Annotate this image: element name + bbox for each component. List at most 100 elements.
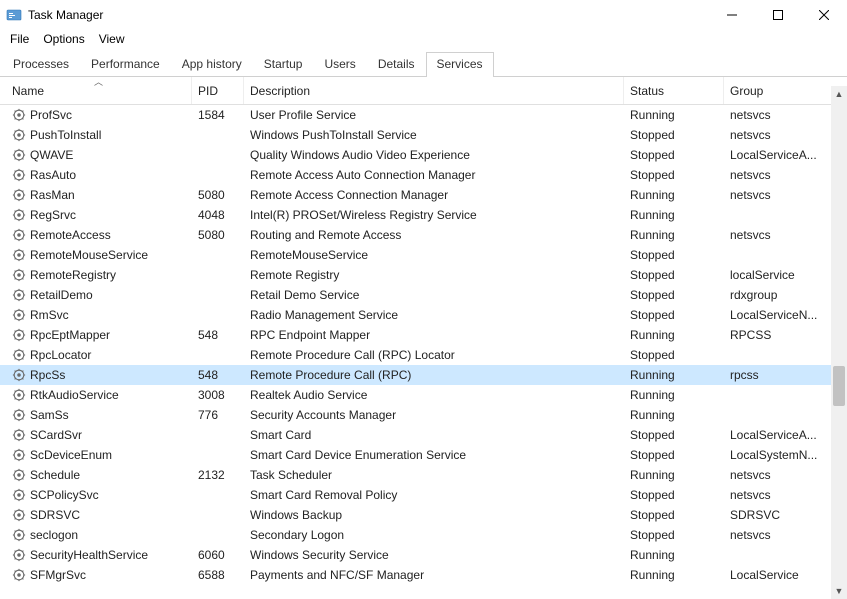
service-row[interactable]: SCardSvrSmart CardStoppedLocalServiceA..…: [0, 425, 847, 445]
service-pid: 6588: [192, 568, 244, 582]
minimize-button[interactable]: [709, 0, 755, 30]
service-description: Radio Management Service: [244, 308, 624, 322]
service-row[interactable]: RpcSs548Remote Procedure Call (RPC)Runni…: [0, 365, 847, 385]
service-row[interactable]: RtkAudioService3008Realtek Audio Service…: [0, 385, 847, 405]
service-name: PushToInstall: [30, 128, 101, 142]
scroll-up-arrow-icon[interactable]: ▲: [831, 86, 847, 102]
service-group: LocalServiceA...: [724, 148, 824, 162]
scrollbar-thumb[interactable]: [833, 366, 845, 406]
services-grid: Name ︿ PID Description Status Group Prof…: [0, 77, 847, 596]
column-label: Group: [730, 84, 763, 98]
maximize-button[interactable]: [755, 0, 801, 30]
service-name: SamSs: [30, 408, 69, 422]
tab-services[interactable]: Services: [426, 52, 494, 77]
services-rows[interactable]: ProfSvc1584User Profile ServiceRunningne…: [0, 105, 847, 596]
service-row[interactable]: ProfSvc1584User Profile ServiceRunningne…: [0, 105, 847, 125]
service-row[interactable]: RasAuto Remote Access Auto Connection Man…: [0, 165, 847, 185]
tab-startup[interactable]: Startup: [253, 52, 314, 77]
service-status: Running: [624, 408, 724, 422]
tab-processes[interactable]: Processes: [2, 52, 80, 77]
service-status: Stopped: [624, 428, 724, 442]
service-name: RasAuto: [30, 168, 76, 182]
service-row[interactable]: RpcEptMapper548RPC Endpoint MapperRunnin…: [0, 325, 847, 345]
service-name: SFMgrSvc: [30, 568, 86, 582]
service-description: Security Accounts Manager: [244, 408, 624, 422]
service-group: RPCSS: [724, 328, 824, 342]
service-row[interactable]: SamSs776Security Accounts ManagerRunning: [0, 405, 847, 425]
service-gear-icon: [12, 348, 26, 362]
service-status: Running: [624, 328, 724, 342]
service-status: Running: [624, 188, 724, 202]
service-gear-icon: [12, 208, 26, 222]
tab-users[interactable]: Users: [313, 52, 366, 77]
service-pid: 4048: [192, 208, 244, 222]
service-name: SecurityHealthService: [30, 548, 148, 562]
column-header-group[interactable]: Group: [724, 77, 824, 104]
service-row[interactable]: QWAVEQuality Windows Audio Video Experie…: [0, 145, 847, 165]
service-name: RemoteMouseService: [30, 248, 148, 262]
service-row[interactable]: SFMgrSvc6588Payments and NFC/SF ManagerR…: [0, 565, 847, 585]
service-description: Smart Card Device Enumeration Service: [244, 448, 624, 462]
service-name: SCPolicySvc: [30, 488, 99, 502]
service-row[interactable]: RpcLocatorRemote Procedure Call (RPC) Lo…: [0, 345, 847, 365]
tab-performance[interactable]: Performance: [80, 52, 171, 77]
service-description: Windows Backup: [244, 508, 624, 522]
service-name: SCardSvr: [30, 428, 82, 442]
service-gear-icon: [12, 128, 26, 142]
service-description: Remote Access Connection Manager: [244, 188, 624, 202]
service-row[interactable]: RemoteRegistryRemote RegistryStoppedloca…: [0, 265, 847, 285]
service-status: Running: [624, 548, 724, 562]
vertical-scrollbar[interactable]: ▲ ▼: [831, 86, 847, 599]
tab-app-history[interactable]: App history: [171, 52, 253, 77]
service-group: localService: [724, 268, 824, 282]
scroll-down-arrow-icon[interactable]: ▼: [831, 583, 847, 599]
service-row[interactable]: SecurityHealthService6060Windows Securit…: [0, 545, 847, 565]
service-status: Stopped: [624, 508, 724, 522]
service-row[interactable]: SDRSVCWindows BackupStoppedSDRSVC: [0, 505, 847, 525]
service-gear-icon: [12, 568, 26, 582]
service-row[interactable]: RemoteMouseServiceRemoteMouseServiceStop…: [0, 245, 847, 265]
service-row[interactable]: RmSvcRadio Management ServiceStoppedLoca…: [0, 305, 847, 325]
service-row[interactable]: SCPolicySvcSmart Card Removal PolicyStop…: [0, 485, 847, 505]
close-button[interactable]: [801, 0, 847, 30]
service-row[interactable]: PushToInstall Windows PushToInstall Servi…: [0, 125, 847, 145]
menu-options[interactable]: Options: [43, 32, 84, 46]
service-status: Running: [624, 388, 724, 402]
service-row[interactable]: RetailDemoRetail Demo ServiceStoppedrdxg…: [0, 285, 847, 305]
service-row[interactable]: seclogonSecondary LogonStoppednetsvcs: [0, 525, 847, 545]
tab-details[interactable]: Details: [367, 52, 426, 77]
service-description: Retail Demo Service: [244, 288, 624, 302]
service-row[interactable]: ScDeviceEnumSmart Card Device Enumeratio…: [0, 445, 847, 465]
service-row[interactable]: RegSrvc4048Intel(R) PROSet/Wireless Regi…: [0, 205, 847, 225]
service-pid: 548: [192, 328, 244, 342]
service-gear-icon: [12, 368, 26, 382]
service-group: rpcss: [724, 368, 824, 382]
column-header-pid[interactable]: PID: [192, 77, 244, 104]
column-header-description[interactable]: Description: [244, 77, 624, 104]
service-name: RemoteRegistry: [30, 268, 116, 282]
service-description: Smart Card Removal Policy: [244, 488, 624, 502]
service-gear-icon: [12, 228, 26, 242]
service-name: RmSvc: [30, 308, 69, 322]
service-row[interactable]: Schedule2132Task SchedulerRunningnetsvcs: [0, 465, 847, 485]
service-description: Remote Access Auto Connection Manager: [244, 168, 624, 182]
menu-view[interactable]: View: [99, 32, 125, 46]
column-header-status[interactable]: Status: [624, 77, 724, 104]
column-header-name[interactable]: Name ︿: [6, 77, 192, 104]
service-status: Stopped: [624, 248, 724, 262]
service-gear-icon: [12, 248, 26, 262]
service-gear-icon: [12, 328, 26, 342]
service-description: Task Scheduler: [244, 468, 624, 482]
column-label: PID: [198, 84, 218, 98]
service-gear-icon: [12, 288, 26, 302]
service-description: Windows PushToInstall Service: [244, 128, 624, 142]
minimize-icon: [727, 10, 737, 20]
service-name: RasMan: [30, 188, 75, 202]
service-row[interactable]: RemoteAccess5080Routing and Remote Acces…: [0, 225, 847, 245]
menu-bar: File Options View: [0, 30, 847, 52]
service-gear-icon: [12, 428, 26, 442]
menu-file[interactable]: File: [10, 32, 29, 46]
service-status: Stopped: [624, 348, 724, 362]
service-gear-icon: [12, 408, 26, 422]
service-row[interactable]: RasMan5080Remote Access Connection Manag…: [0, 185, 847, 205]
